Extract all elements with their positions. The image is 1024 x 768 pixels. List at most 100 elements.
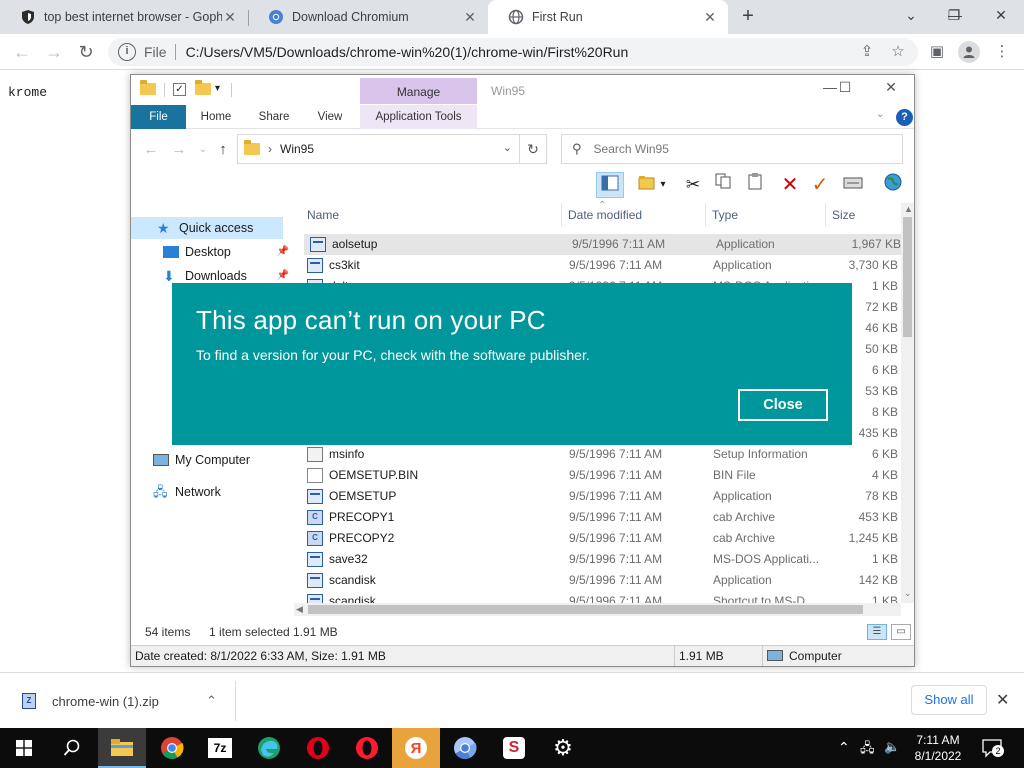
taskbar-opera-gx[interactable]: [343, 728, 391, 768]
close-button[interactable]: Close: [738, 389, 828, 421]
chevron-up-icon[interactable]: ⌃: [206, 693, 217, 709]
forward-button[interactable]: →: [42, 40, 66, 64]
vertical-scrollbar[interactable]: ▲ ⌄: [901, 203, 914, 603]
preview-pane-button[interactable]: [596, 172, 624, 198]
desktop-icon: [163, 246, 179, 258]
new-tab-button[interactable]: +: [737, 5, 759, 27]
profile-icon[interactable]: [958, 41, 980, 63]
taskbar-edge[interactable]: [245, 728, 293, 768]
close-icon[interactable]: ✕: [222, 9, 238, 26]
nav-desktop[interactable]: Desktop 📌: [131, 241, 289, 263]
customize-qat-icon[interactable]: ▾: [215, 83, 229, 97]
scroll-left-icon[interactable]: ◀: [296, 604, 303, 615]
taskbar-7zip[interactable]: 7z: [196, 728, 244, 768]
tab-first-run[interactable]: First Run ✕: [488, 0, 728, 34]
details-view-icon[interactable]: ☰: [867, 624, 887, 640]
table-row[interactable]: C PRECOPY2 9/5/1996 7:11 AM cab Archive 1,24…: [301, 528, 901, 549]
column-type[interactable]: Type: [706, 203, 826, 227]
tab-view[interactable]: View: [307, 105, 353, 129]
taskbar-yandex[interactable]: Я: [392, 728, 440, 768]
back-icon[interactable]: ←: [141, 141, 161, 158]
search-input[interactable]: ⚲ Search Win95: [561, 134, 903, 164]
copy-icon[interactable]: [709, 172, 737, 198]
clock[interactable]: 7:11 AM 8/1/2022: [906, 732, 970, 764]
chevron-down-icon[interactable]: ⌄: [503, 141, 512, 154]
tab-file[interactable]: File: [131, 105, 186, 129]
tab-home[interactable]: Home: [191, 105, 241, 129]
taskbar-settings[interactable]: ⚙: [539, 728, 587, 768]
info-icon[interactable]: i: [118, 43, 136, 61]
scroll-thumb[interactable]: [308, 605, 863, 614]
taskbar-opera[interactable]: [294, 728, 342, 768]
taskbar-file-explorer[interactable]: [98, 728, 146, 768]
menu-icon[interactable]: ⋮: [992, 42, 1012, 62]
table-row[interactable]: cs3kit 9/5/1996 7:11 AM Application 3,730 K…: [301, 255, 901, 276]
cut-icon[interactable]: ✂: [679, 172, 707, 198]
search-button[interactable]: [48, 728, 96, 768]
tab-application-tools[interactable]: Application Tools: [360, 105, 477, 129]
delete-icon[interactable]: ✕: [776, 172, 804, 198]
table-row[interactable]: C PRECOPY1 9/5/1996 7:11 AM cab Archive 453 …: [301, 507, 901, 528]
large-icons-view-icon[interactable]: ▭: [891, 624, 911, 640]
address-bar[interactable]: i File C:/Users/VM5/Downloads/chrome-win…: [108, 38, 918, 66]
taskbar-chrome[interactable]: [148, 728, 196, 768]
table-row[interactable]: scandisk 9/5/1996 7:11 AM Application 142 K…: [301, 570, 901, 591]
close-window-button[interactable]: ✕: [978, 0, 1024, 30]
network-icon[interactable]: 🖧: [860, 739, 875, 761]
explorer-address-bar[interactable]: › Win95 ⌄: [237, 134, 547, 164]
tab-gopher[interactable]: top best internet browser - Gopher ✕: [0, 0, 248, 34]
close-icon[interactable]: ✕: [462, 9, 478, 26]
table-row[interactable]: save32 9/5/1996 7:11 AM MS-DOS Applicati..…: [301, 549, 901, 570]
up-arrow-icon[interactable]: ↑: [213, 141, 233, 158]
table-row[interactable]: OEMSETUP 9/5/1996 7:11 AM Application 78 KB: [301, 486, 901, 507]
tab-share[interactable]: Share: [249, 105, 299, 129]
star-icon[interactable]: ☆: [888, 42, 908, 62]
globe-icon[interactable]: [879, 172, 907, 198]
breadcrumb[interactable]: Win95: [280, 142, 314, 156]
nav-quick-access[interactable]: ★ Quick access: [131, 217, 283, 239]
cab-icon: C: [307, 510, 323, 525]
paste-icon[interactable]: [741, 172, 769, 198]
reload-button[interactable]: ↻: [74, 40, 98, 64]
scroll-down-icon[interactable]: ⌄: [904, 588, 912, 599]
new-folder-icon[interactable]: [195, 80, 211, 97]
close-icon[interactable]: ✕: [996, 690, 1009, 710]
chevron-down-icon[interactable]: ⌄: [876, 109, 884, 120]
chevron-down-icon[interactable]: ▾: [656, 172, 670, 198]
tab-download-chromium[interactable]: Download Chromium ✕: [248, 0, 488, 34]
notifications-icon[interactable]: 2: [982, 738, 1004, 758]
show-hidden-icons[interactable]: ⌃: [838, 739, 850, 756]
share-icon[interactable]: ⇪: [857, 42, 877, 62]
table-row[interactable]: msinfo 9/5/1996 7:11 AM Setup Information 6…: [301, 444, 901, 465]
nav-network[interactable]: 🖧 Network: [131, 481, 289, 503]
properties-icon[interactable]: ✓: [173, 83, 186, 96]
download-item[interactable]: Z chrome-win (1).zip ⌃: [10, 681, 236, 721]
table-row[interactable]: aolsetup 9/5/1996 7:11 AM Application 1,967…: [304, 234, 904, 255]
back-button[interactable]: ←: [10, 40, 34, 64]
scroll-thumb[interactable]: [903, 217, 912, 337]
start-button[interactable]: [0, 728, 48, 768]
maximize-button[interactable]: ❐: [934, 0, 974, 30]
nav-my-computer[interactable]: My Computer: [131, 449, 289, 471]
tab-search-icon[interactable]: ⌄: [888, 0, 934, 30]
show-all-button[interactable]: Show all: [911, 685, 987, 715]
forward-icon[interactable]: →: [169, 141, 189, 158]
help-icon[interactable]: ?: [896, 109, 913, 126]
refresh-button[interactable]: ↻: [519, 134, 547, 164]
maximize-button[interactable]: ☐: [830, 79, 860, 96]
close-icon[interactable]: ✕: [702, 9, 718, 26]
scroll-up-icon[interactable]: ▲: [904, 204, 913, 214]
close-window-button[interactable]: ✕: [876, 79, 906, 96]
horizontal-scrollbar[interactable]: ◀: [294, 603, 901, 616]
checkmark-icon[interactable]: ✓: [806, 172, 834, 198]
column-date-modified[interactable]: Date modified: [562, 203, 706, 227]
table-row[interactable]: OEMSETUP.BIN 9/5/1996 7:11 AM BIN File 4 KB: [301, 465, 901, 486]
taskbar-app-s[interactable]: S: [490, 728, 538, 768]
properties-icon[interactable]: [839, 172, 867, 198]
volume-icon[interactable]: 🔈: [884, 739, 900, 755]
taskbar-chromium[interactable]: [441, 728, 489, 768]
column-name[interactable]: Name: [301, 203, 562, 227]
side-panel-icon[interactable]: ▣: [927, 42, 947, 62]
recent-locations-icon[interactable]: ⌄: [193, 144, 213, 155]
column-size[interactable]: Size: [826, 203, 901, 227]
